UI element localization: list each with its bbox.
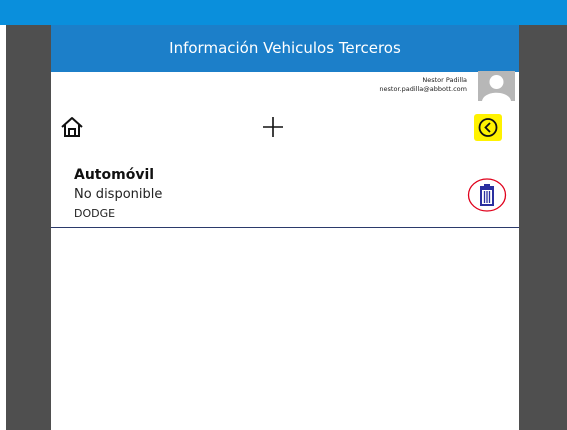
vehicle-brand: DODGE — [74, 207, 116, 220]
page-title: Información Vehiculos Terceros — [169, 39, 401, 57]
user-silhouette-icon — [482, 75, 511, 101]
vehicle-status: No disponible — [74, 187, 163, 202]
right-side-panel — [519, 25, 567, 430]
back-button[interactable] — [474, 114, 502, 141]
user-name: Nestor Padilla — [422, 76, 467, 84]
vehicle-list-item[interactable]: Automóvil No disponible DODGE — [51, 163, 519, 228]
plus-icon — [263, 117, 283, 137]
app-screen: Información Vehiculos Terceros Nestor Pa… — [51, 25, 519, 430]
page-header: Información Vehiculos Terceros — [51, 25, 519, 72]
avatar — [478, 71, 515, 101]
top-bar — [0, 0, 567, 25]
user-email: nestor.padilla@abbott.com — [379, 85, 467, 93]
add-vehicle-button[interactable] — [260, 114, 286, 140]
home-button[interactable] — [59, 115, 85, 139]
vehicle-type: Automóvil — [74, 167, 155, 183]
home-icon — [61, 117, 83, 137]
delete-vehicle-button[interactable] — [467, 177, 507, 213]
chevron-left-circle-icon — [478, 118, 498, 137]
left-side-panel — [6, 25, 51, 430]
trash-icon — [467, 178, 507, 212]
